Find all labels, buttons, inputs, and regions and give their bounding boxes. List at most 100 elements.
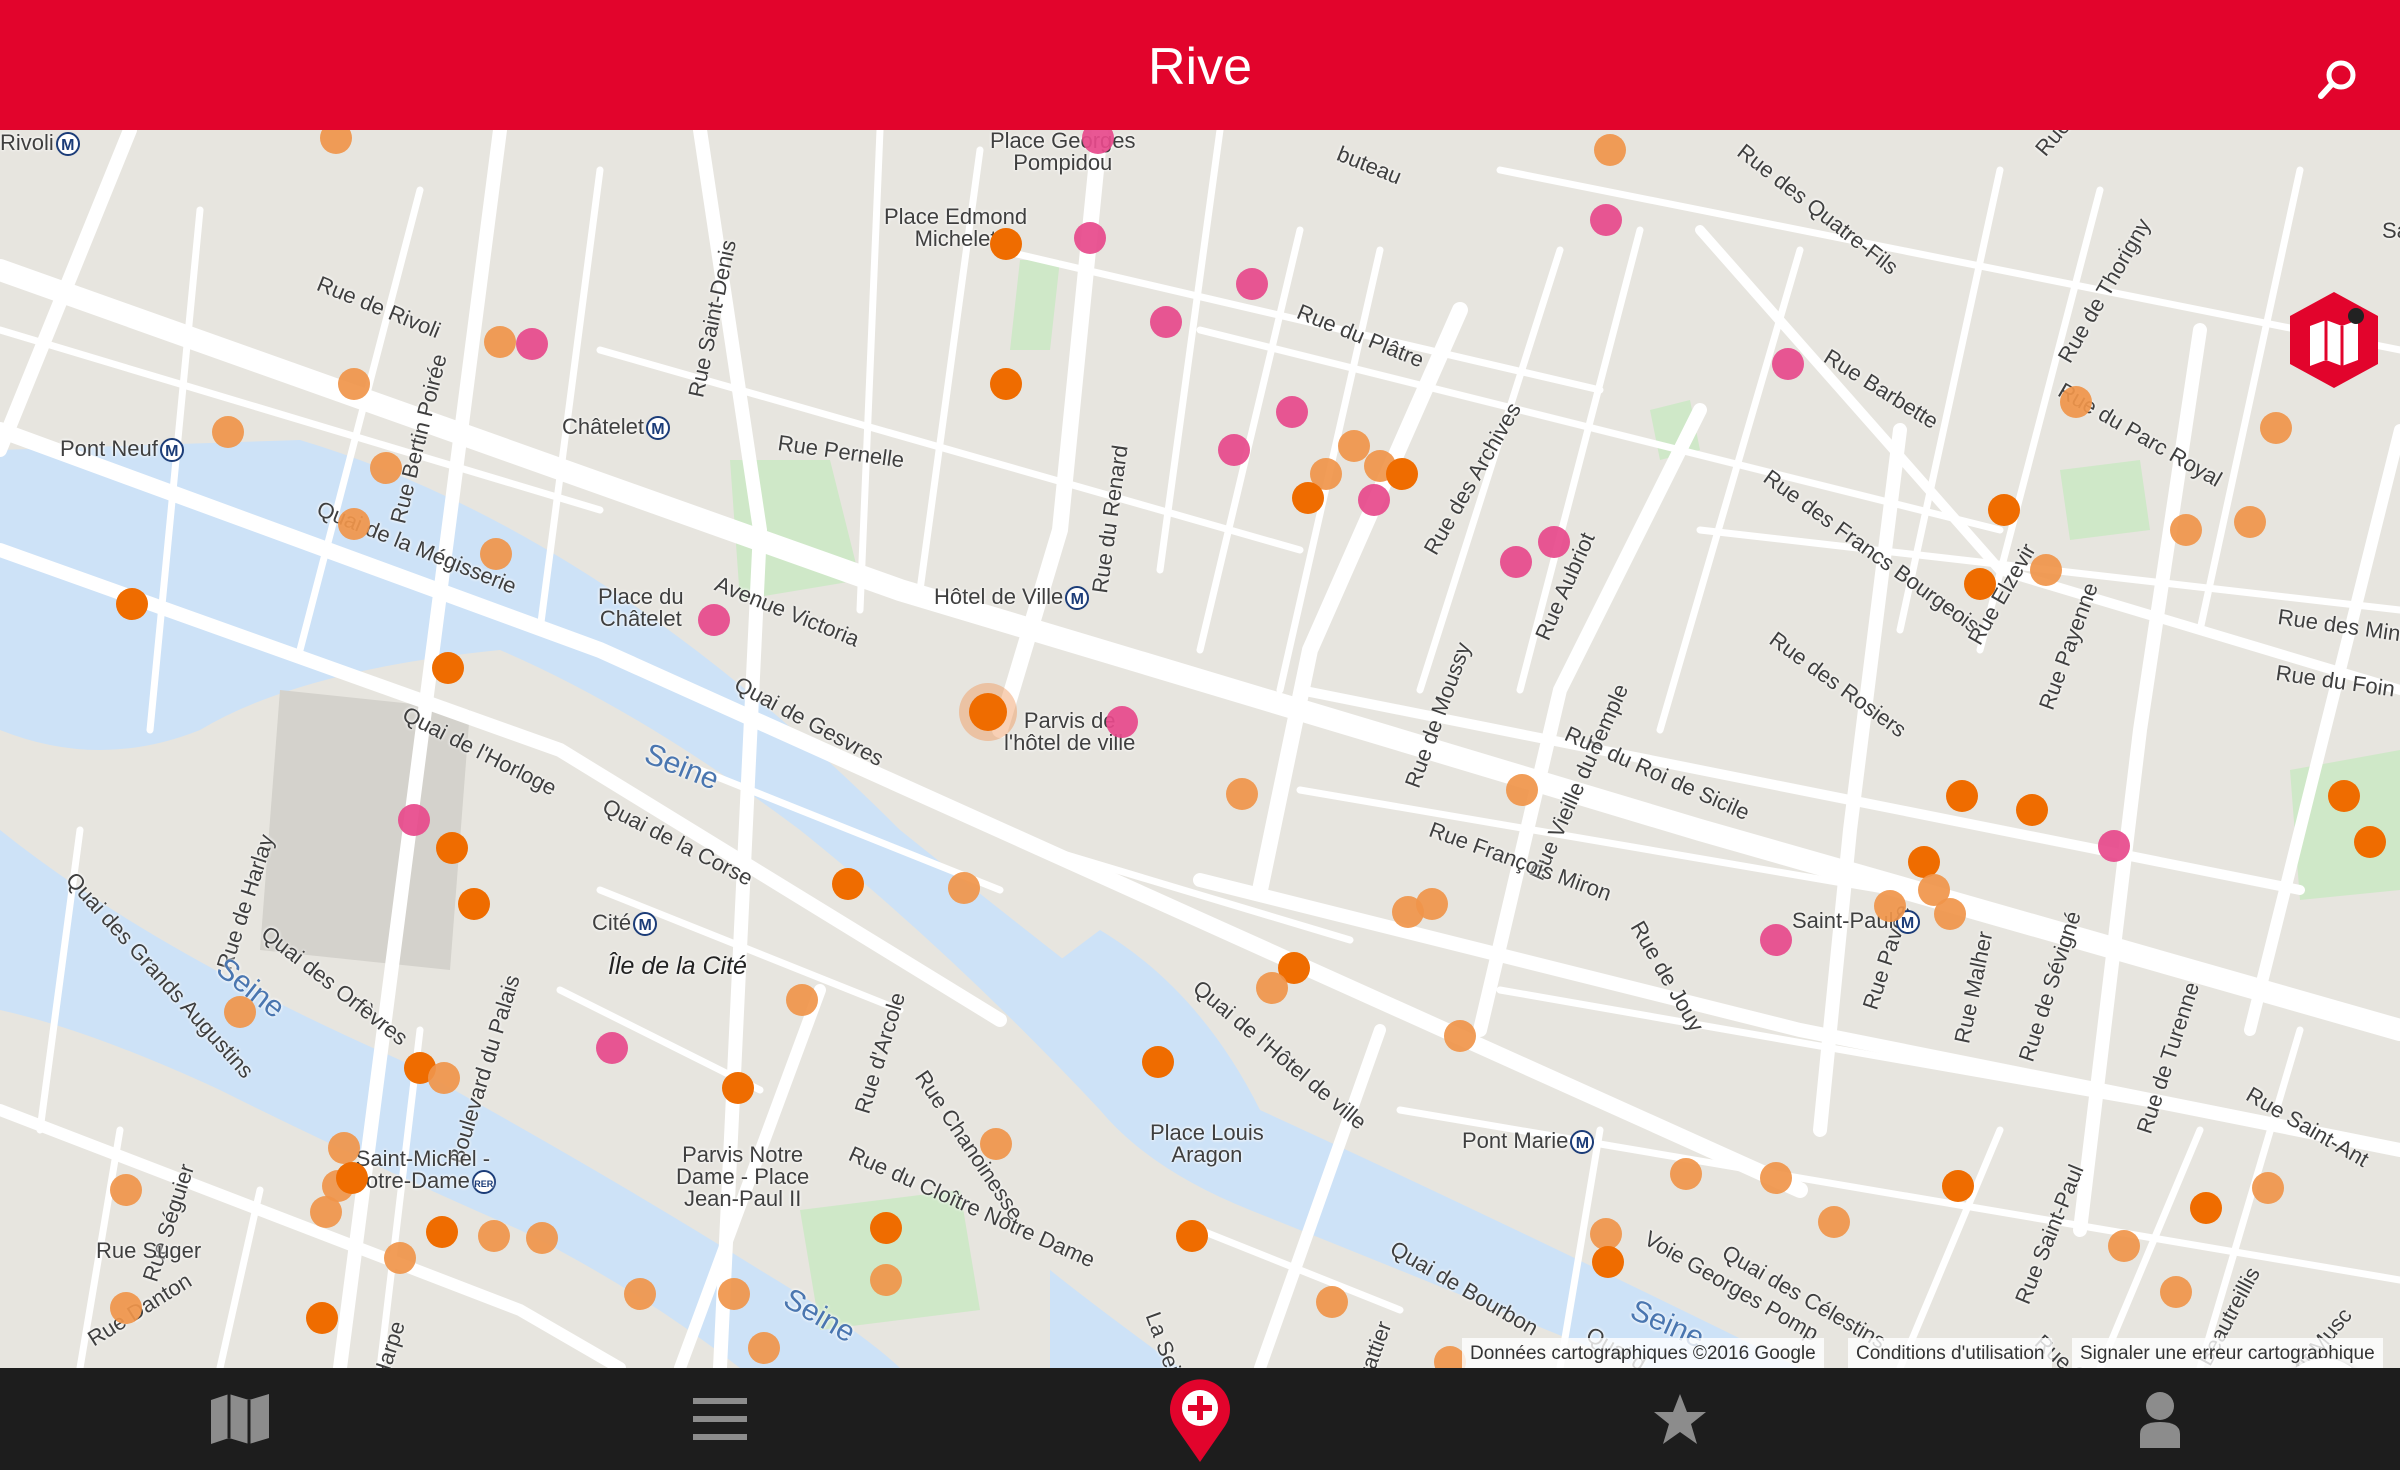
poi-marker[interactable] <box>1218 434 1250 466</box>
poi-marker[interactable] <box>2108 1230 2140 1262</box>
poi-marker[interactable] <box>338 508 370 540</box>
nav-profile[interactable] <box>2080 1368 2240 1470</box>
poi-marker[interactable] <box>786 984 818 1016</box>
poi-marker[interactable] <box>398 804 430 836</box>
poi-marker[interactable] <box>480 538 512 570</box>
poi-marker[interactable] <box>1256 972 1288 1004</box>
map-view[interactable]: Rue de Rivoli Rue Saint-Denis Rue Bertin… <box>0 130 2400 1368</box>
nav-favorites[interactable] <box>1600 1368 1760 1470</box>
poi-marker[interactable] <box>870 1212 902 1244</box>
poi-marker[interactable] <box>990 368 1022 400</box>
nav-list[interactable] <box>640 1368 800 1470</box>
poi-marker[interactable] <box>1772 348 1804 380</box>
nav-nearby[interactable] <box>1120 1368 1280 1470</box>
metro-icon: M <box>1570 1130 1595 1155</box>
poi-marker[interactable] <box>2190 1192 2222 1224</box>
poi-marker[interactable] <box>1538 526 1570 558</box>
poi-marker[interactable] <box>1964 568 1996 600</box>
poi-marker[interactable] <box>1142 1046 1174 1078</box>
poi-marker[interactable] <box>2354 826 2386 858</box>
poi-marker[interactable] <box>328 1132 360 1164</box>
poi-marker[interactable] <box>718 1278 750 1310</box>
poi-marker[interactable] <box>1592 1246 1624 1278</box>
street-label: Sa <box>2382 218 2400 243</box>
poi-marker[interactable] <box>1292 482 1324 514</box>
poi-marker[interactable] <box>336 1162 368 1194</box>
metro-icon: M <box>1065 586 1090 611</box>
poi-marker[interactable] <box>1942 1170 1974 1202</box>
poi-marker[interactable] <box>748 1332 780 1364</box>
poi-marker[interactable] <box>1358 484 1390 516</box>
poi-marker[interactable] <box>980 1128 1012 1160</box>
poi-marker[interactable] <box>432 652 464 684</box>
poi-marker[interactable] <box>990 228 1022 260</box>
poi-marker[interactable] <box>224 996 256 1028</box>
poi-marker[interactable] <box>1150 306 1182 338</box>
poi-marker[interactable] <box>310 1196 342 1228</box>
poi-marker[interactable] <box>1594 134 1626 166</box>
poi-marker[interactable] <box>2234 506 2266 538</box>
poi-marker[interactable] <box>948 872 980 904</box>
poi-marker[interactable] <box>1760 1162 1792 1194</box>
poi-marker[interactable] <box>1818 1206 1850 1238</box>
poi-marker[interactable] <box>1386 458 1418 490</box>
poi-marker[interactable] <box>1416 888 1448 920</box>
poi-marker-selected[interactable] <box>969 693 1007 731</box>
poi-marker[interactable] <box>832 868 864 900</box>
poi-marker[interactable] <box>306 1302 338 1334</box>
poi-marker[interactable] <box>1500 546 1532 578</box>
search-icon[interactable] <box>2316 58 2360 102</box>
poi-marker[interactable] <box>370 452 402 484</box>
poi-marker[interactable] <box>2328 780 2360 812</box>
poi-marker[interactable] <box>870 1264 902 1296</box>
poi-marker[interactable] <box>722 1072 754 1104</box>
poi-marker[interactable] <box>1176 1220 1208 1252</box>
poi-marker[interactable] <box>2016 794 2048 826</box>
poi-marker[interactable] <box>2170 514 2202 546</box>
app-title: Rive <box>1147 38 1253 96</box>
poi-marker[interactable] <box>2252 1172 2284 1204</box>
poi-marker[interactable] <box>110 1174 142 1206</box>
poi-marker[interactable] <box>458 888 490 920</box>
poi-marker[interactable] <box>596 1032 628 1064</box>
poi-marker[interactable] <box>1934 898 1966 930</box>
poi-marker[interactable] <box>1670 1158 1702 1190</box>
poi-marker[interactable] <box>1760 924 1792 956</box>
poi-marker[interactable] <box>1316 1286 1348 1318</box>
poi-marker[interactable] <box>2160 1276 2192 1308</box>
nav-map[interactable] <box>160 1368 320 1470</box>
metro-icon: M <box>645 416 670 441</box>
poi-marker[interactable] <box>2260 412 2292 444</box>
poi-marker[interactable] <box>698 604 730 636</box>
poi-marker[interactable] <box>478 1220 510 1252</box>
poi-marker[interactable] <box>110 1292 142 1324</box>
place-label: Parvis Notre Dame - Place Jean-Paul II <box>676 1142 810 1211</box>
poi-marker[interactable] <box>212 416 244 448</box>
poi-marker[interactable] <box>1236 268 1268 300</box>
poi-marker[interactable] <box>338 368 370 400</box>
poi-marker[interactable] <box>1590 204 1622 236</box>
poi-marker[interactable] <box>1444 1020 1476 1052</box>
poi-marker[interactable] <box>1506 774 1538 806</box>
poi-marker[interactable] <box>2060 386 2092 418</box>
poi-marker[interactable] <box>1988 494 2020 526</box>
poi-marker[interactable] <box>428 1062 460 1094</box>
poi-marker[interactable] <box>116 588 148 620</box>
poi-marker[interactable] <box>426 1216 458 1248</box>
poi-marker[interactable] <box>624 1278 656 1310</box>
poi-marker[interactable] <box>1226 778 1258 810</box>
poi-marker[interactable] <box>1874 890 1906 922</box>
poi-marker[interactable] <box>1106 706 1138 738</box>
poi-marker[interactable] <box>2098 830 2130 862</box>
poi-marker[interactable] <box>1946 780 1978 812</box>
poi-marker[interactable] <box>2030 554 2062 586</box>
poi-marker[interactable] <box>436 832 468 864</box>
guide-book-icon[interactable] <box>2286 290 2382 390</box>
poi-marker[interactable] <box>384 1242 416 1274</box>
poi-marker[interactable] <box>1276 396 1308 428</box>
terms-link[interactable]: Conditions d'utilisation <box>1848 1338 2053 1368</box>
poi-marker[interactable] <box>484 326 516 358</box>
poi-marker[interactable] <box>516 328 548 360</box>
poi-marker[interactable] <box>1074 222 1106 254</box>
poi-marker[interactable] <box>526 1222 558 1254</box>
